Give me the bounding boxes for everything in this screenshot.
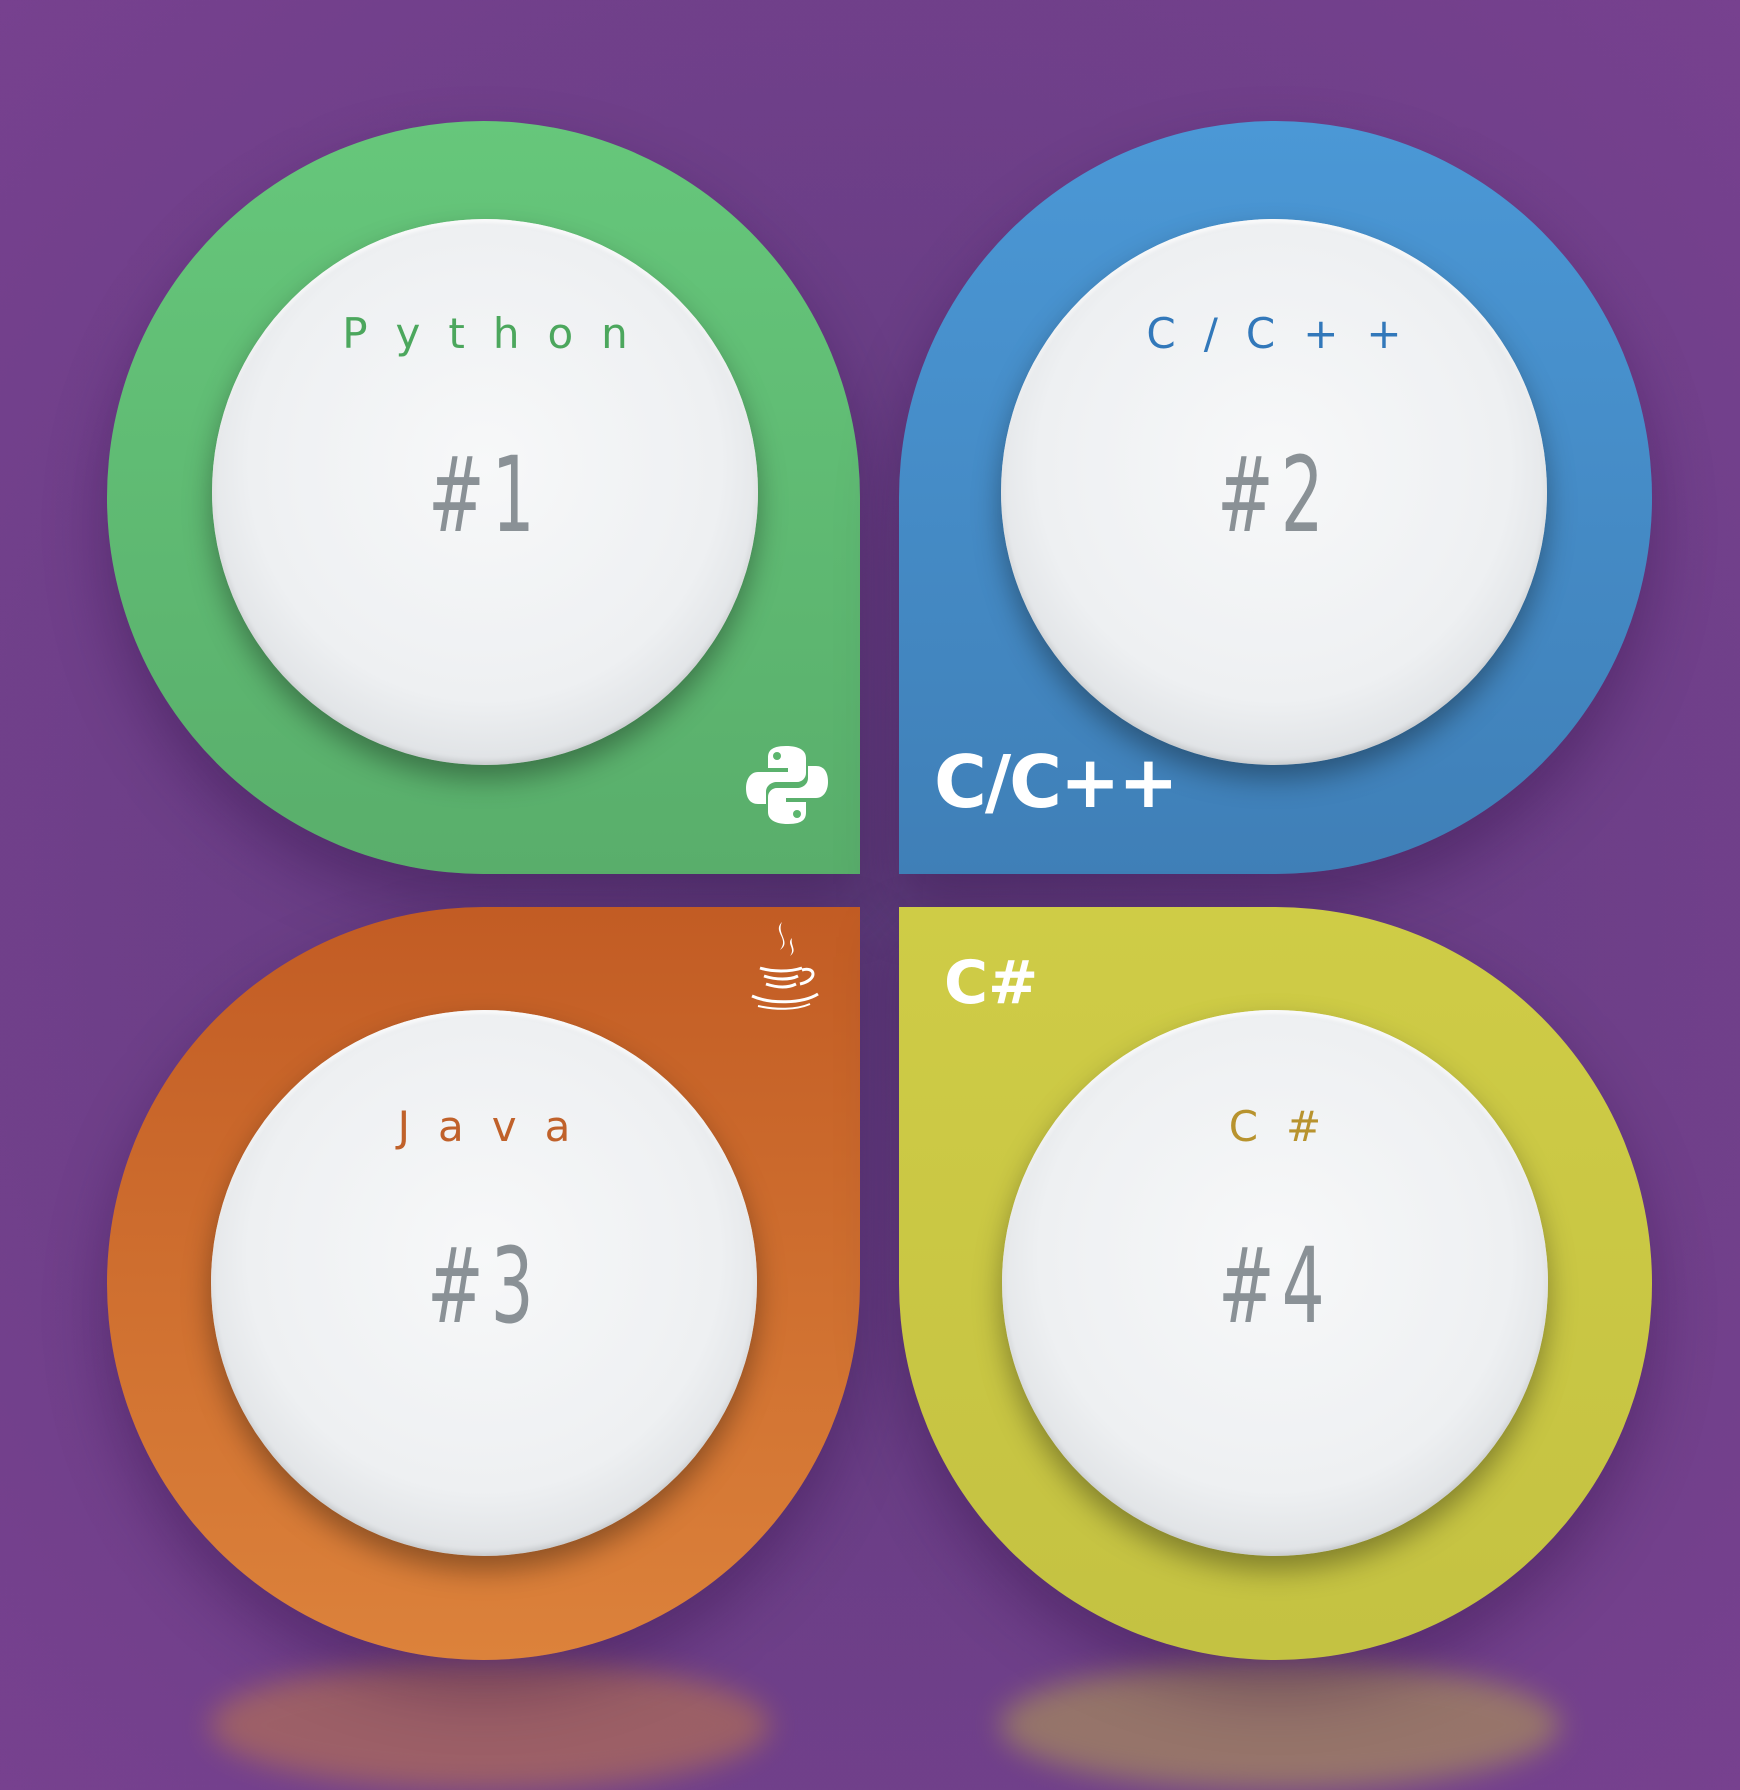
- csharp-plate: C# #4: [1002, 1010, 1548, 1556]
- language-name: C#: [1228, 1102, 1350, 1151]
- java-cup-icon: [751, 922, 819, 1010]
- rank-number: #1: [428, 434, 542, 556]
- language-name: C/C++: [1146, 309, 1430, 358]
- rank-number: #3: [427, 1225, 541, 1347]
- rank-number: #2: [1217, 434, 1331, 556]
- language-name: Java: [397, 1102, 599, 1151]
- python-logo-icon: [746, 746, 828, 824]
- csharp-logo: C#: [944, 948, 1039, 1018]
- java-plate: Java #3: [211, 1010, 757, 1556]
- rank-number: #4: [1218, 1225, 1332, 1347]
- language-name: Python: [342, 309, 656, 358]
- reflection-left: [210, 1660, 770, 1790]
- reflection-right: [1000, 1660, 1560, 1790]
- cpp-logo: C/C++: [934, 740, 1179, 824]
- python-plate: Python #1: [212, 219, 758, 765]
- cpp-plate: C/C++ #2: [1001, 219, 1547, 765]
